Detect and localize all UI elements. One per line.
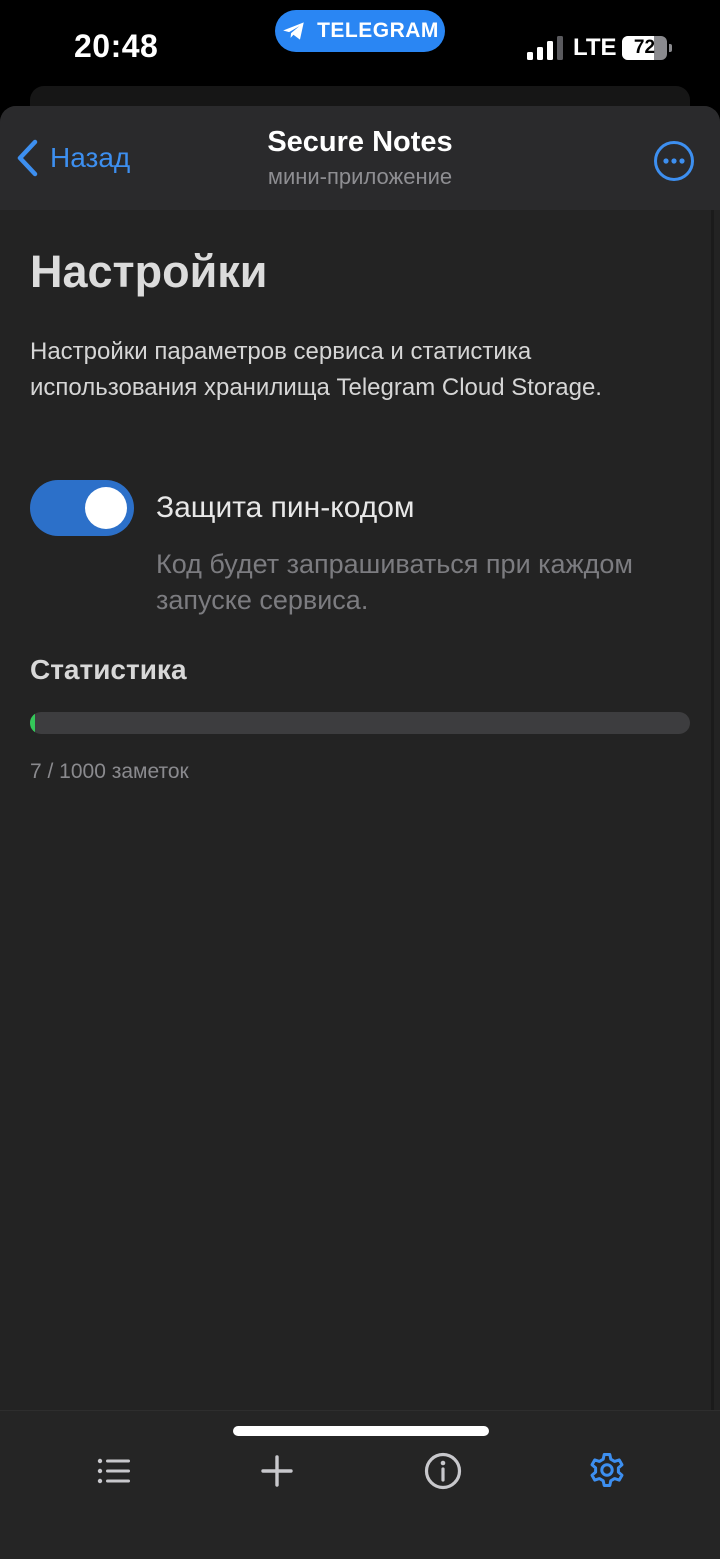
home-indicator[interactable] (233, 1426, 489, 1436)
tab-list[interactable] (94, 1451, 134, 1491)
storage-progress-fill (30, 712, 35, 734)
telegram-pill-label: TELEGRAM (317, 19, 439, 42)
gear-icon (590, 1453, 624, 1487)
chevron-left-icon (17, 139, 38, 177)
back-label: Назад (50, 142, 131, 173)
app-title: Secure Notes (267, 126, 453, 158)
page-description: Настройки параметров сервиса и статистик… (30, 338, 602, 401)
nav-bar: Назад Secure Notes мини-приложение (0, 106, 720, 210)
stats-title: Статистика (30, 654, 187, 685)
signal-icon (527, 36, 563, 60)
telegram-pill[interactable]: TELEGRAM (275, 10, 445, 52)
battery-icon: 72 (622, 36, 672, 60)
tab-add[interactable] (257, 1451, 297, 1491)
scrollbar[interactable] (711, 210, 714, 1420)
status-time: 20:48 (74, 28, 159, 64)
list-icon (97, 1458, 130, 1484)
network-type: LTE (573, 34, 617, 61)
storage-progress-bar (30, 712, 690, 734)
status-bar: 20:48 TELEGRAM LTE 72 (0, 0, 720, 96)
pin-protection-hint: Код будет запрашиваться при каждом запус… (156, 549, 633, 615)
screen: 20:48 TELEGRAM LTE 72 Назад Secure Notes… (0, 0, 720, 1559)
pin-protection-toggle[interactable] (30, 480, 134, 536)
tab-settings[interactable] (587, 1451, 627, 1491)
storage-usage-caption: 7 / 1000 заметок (30, 760, 189, 783)
mini-app-sheet: Назад Secure Notes мини-приложение Настр… (0, 106, 720, 1559)
battery-percent: 72 (633, 37, 656, 58)
info-circle-icon (424, 1452, 462, 1490)
telegram-plane-icon (283, 22, 304, 40)
app-subtitle: мини-приложение (267, 164, 453, 189)
page-title: Настройки (30, 246, 268, 297)
plus-icon (261, 1455, 293, 1487)
ellipsis-circle-icon[interactable] (653, 140, 695, 182)
pin-protection-label: Защита пин-кодом (156, 491, 415, 524)
toggle-knob (85, 487, 127, 529)
back-button[interactable]: Назад (14, 136, 130, 180)
tab-info[interactable] (423, 1451, 463, 1491)
